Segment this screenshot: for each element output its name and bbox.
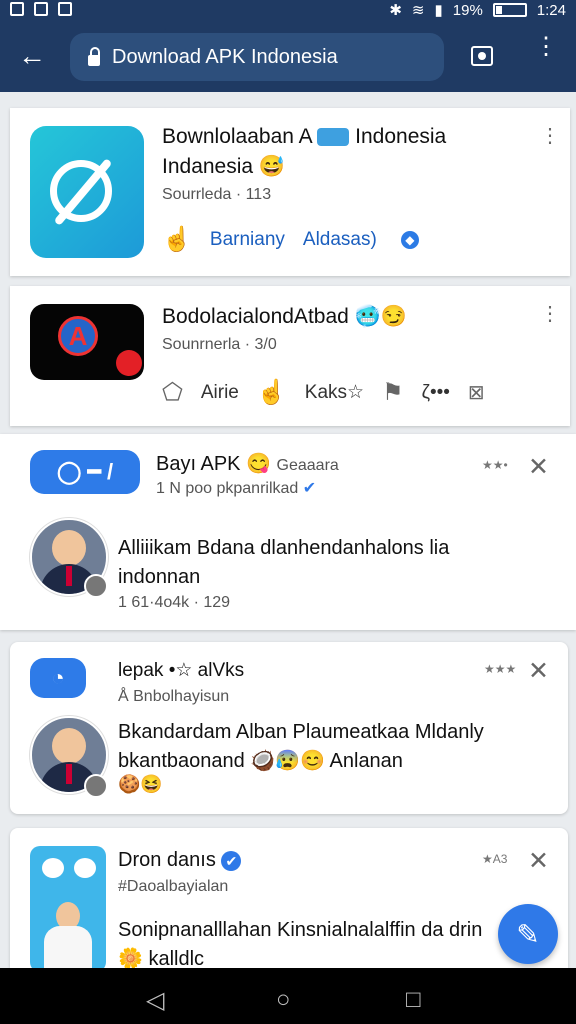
card-menu-icon[interactable]: ⋮ bbox=[540, 126, 560, 146]
verified-icon: ✔ bbox=[221, 851, 242, 871]
url-text: Download APK Indonesia bbox=[112, 45, 338, 68]
app-title: BodolacialondAtbad 🥶😏 bbox=[162, 305, 407, 328]
emoji: 😅 bbox=[258, 155, 286, 178]
app-card-2[interactable]: A BodolacialondAtbad 🥶😏 Sounrnerla · 3/0… bbox=[10, 286, 570, 426]
battery-icon bbox=[492, 3, 527, 17]
author-name: Dron danıs bbox=[118, 849, 216, 871]
more-menu-icon[interactable]: ⋮ bbox=[534, 35, 558, 59]
status-badge bbox=[84, 774, 108, 798]
tab-switcher-icon[interactable] bbox=[471, 46, 493, 66]
recents-nav-icon[interactable]: □ bbox=[406, 986, 421, 1014]
notification-icon bbox=[34, 2, 48, 16]
post-handle: #Daoalbayialan bbox=[118, 878, 229, 895]
post-title: Bayı APK 😋 Geaaara bbox=[156, 453, 339, 475]
author-name: Bayı APK bbox=[156, 453, 241, 475]
download-box-icon[interactable]: ⊠ bbox=[468, 380, 485, 405]
card-actions: ☝ Barniany Aldasas) ◆ bbox=[162, 225, 437, 254]
post-title: lepak •☆ alVks bbox=[118, 656, 244, 685]
status-right: ✱ ≋ ▮ 19% 1:24 bbox=[389, 1, 566, 20]
card-actions: ⬠ Airie ☝ Kaks☆ ⚑ ζ••• ⊠ bbox=[162, 378, 503, 407]
close-icon[interactable]: ✕ bbox=[528, 452, 549, 482]
lock-icon bbox=[88, 46, 100, 66]
status-bar: ✱ ≋ ▮ 19% 1:24 bbox=[0, 0, 576, 22]
post-stats: 1 61·4o4k · 129 bbox=[118, 594, 231, 611]
post-title: Dron danıs ✔ bbox=[118, 846, 242, 875]
post-text: Alliiikam Bdana dlanhendanhalons lia ind… bbox=[118, 537, 450, 588]
bluetooth-icon: ✱ bbox=[389, 2, 402, 19]
author-name: lepak bbox=[118, 660, 164, 681]
rating-icon: ★A3 bbox=[482, 852, 508, 866]
action-label-2[interactable]: Kaks☆ bbox=[305, 381, 364, 404]
post-handle: Å Bnbolhayisun bbox=[118, 688, 230, 705]
post-card-3[interactable]: Dron danıs ✔ #Daoalbayialan ✕ ★A3 Sonipn… bbox=[10, 828, 568, 968]
status-badge bbox=[84, 574, 108, 598]
thumb-up-icon[interactable]: ☝ bbox=[257, 378, 287, 407]
post-card-2[interactable]: ◔ lepak •☆ alVks Å Bnbolhayisun ✕ ★★★ Bk… bbox=[10, 642, 568, 814]
app-bar: ← Download APK Indonesia ⋮ bbox=[0, 22, 576, 92]
back-nav-icon[interactable]: ◁ bbox=[146, 986, 164, 1015]
action-label-3[interactable]: ζ••• bbox=[422, 382, 450, 404]
app-logo-icon: ◯ ━ / bbox=[30, 450, 140, 494]
battery-percent: 19% bbox=[452, 1, 483, 19]
home-nav-icon[interactable]: ○ bbox=[276, 986, 291, 1014]
post-emoji-text: •☆ alVks bbox=[168, 660, 245, 681]
like-label[interactable]: Barniany bbox=[210, 229, 285, 251]
thumb-up-icon[interactable]: ☝ bbox=[162, 225, 192, 254]
profile-image bbox=[30, 846, 106, 968]
wifi-icon: ≋ bbox=[411, 2, 425, 19]
clock: 1:24 bbox=[536, 1, 566, 19]
action-label-1[interactable]: Airie bbox=[201, 382, 239, 404]
app-icon bbox=[30, 126, 144, 258]
share-label[interactable]: Aldasas) bbox=[303, 229, 377, 251]
notification-icon bbox=[10, 2, 24, 16]
app-card-1[interactable]: Bownlolaaban A Indonesia Indanesia 😅 Sou… bbox=[10, 108, 570, 276]
post-handle: 1 N poo pkpanrilkad ✔ bbox=[156, 480, 317, 497]
back-arrow-icon[interactable]: ← bbox=[18, 42, 46, 70]
app-subtitle: Sounrnerla · 3/0 bbox=[162, 336, 277, 353]
chat-logo-icon: ◔ bbox=[30, 658, 86, 698]
post-card-1[interactable]: ◯ ━ / Bayı APK 😋 Geaaara 1 N poo pkpanri… bbox=[0, 434, 576, 630]
post-tag: Geaaara bbox=[276, 457, 339, 474]
rating-icon: ★★★ bbox=[484, 662, 517, 676]
rating-icon: ★★• bbox=[482, 458, 508, 472]
notification-icons bbox=[10, 2, 72, 16]
url-bar[interactable]: Download APK Indonesia bbox=[70, 33, 444, 81]
signal-icon: ▮ bbox=[434, 2, 443, 19]
badge-icon: ◆ bbox=[400, 230, 419, 249]
pentagon-icon[interactable]: ⬠ bbox=[162, 378, 183, 407]
app-icon: A bbox=[30, 304, 144, 380]
card-menu-icon[interactable]: ⋮ bbox=[540, 304, 560, 324]
notification-icon bbox=[58, 2, 72, 16]
app-title-line2: Indanesia bbox=[162, 155, 254, 178]
post-text: Bkandardam Alban Plaumeatkaa Mldanly bka… bbox=[118, 721, 484, 772]
emoji-row: 🍪😆 bbox=[118, 774, 163, 794]
flag-icon[interactable]: ⚑ bbox=[382, 378, 404, 407]
nav-bar: ◁ ○ □ bbox=[0, 968, 576, 1024]
post-text: Sonipnanalllahan Kinsnialnalalffin da dr… bbox=[118, 919, 483, 968]
app-subtitle: Sourrleda · 113 bbox=[162, 186, 272, 203]
compose-fab-icon[interactable]: ✎ bbox=[498, 904, 558, 964]
close-icon[interactable]: ✕ bbox=[528, 656, 549, 686]
close-icon[interactable]: ✕ bbox=[528, 846, 549, 876]
app-title: Bownlolaaban A Indonesia bbox=[162, 125, 447, 148]
